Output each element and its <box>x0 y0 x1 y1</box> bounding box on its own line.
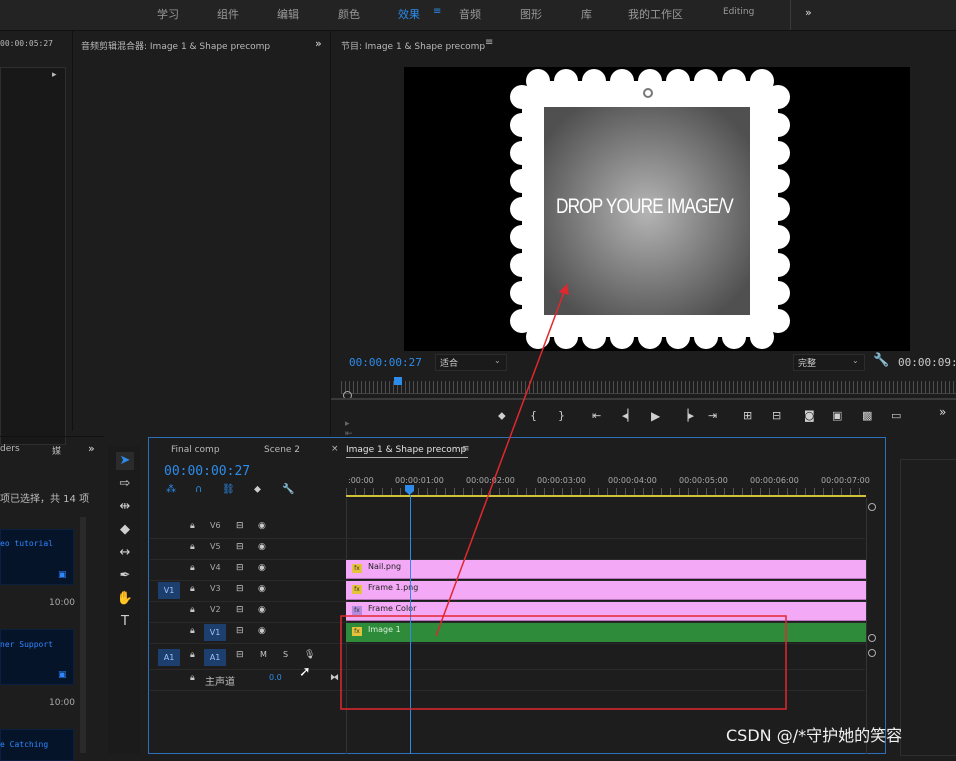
watermark: CSDN @/*守护她的笑容 <box>726 726 903 745</box>
annotation-box <box>340 615 787 710</box>
annotation-overlay <box>340 283 787 710</box>
annotation-arrow <box>435 283 568 637</box>
annotation-arrowhead <box>559 284 569 295</box>
